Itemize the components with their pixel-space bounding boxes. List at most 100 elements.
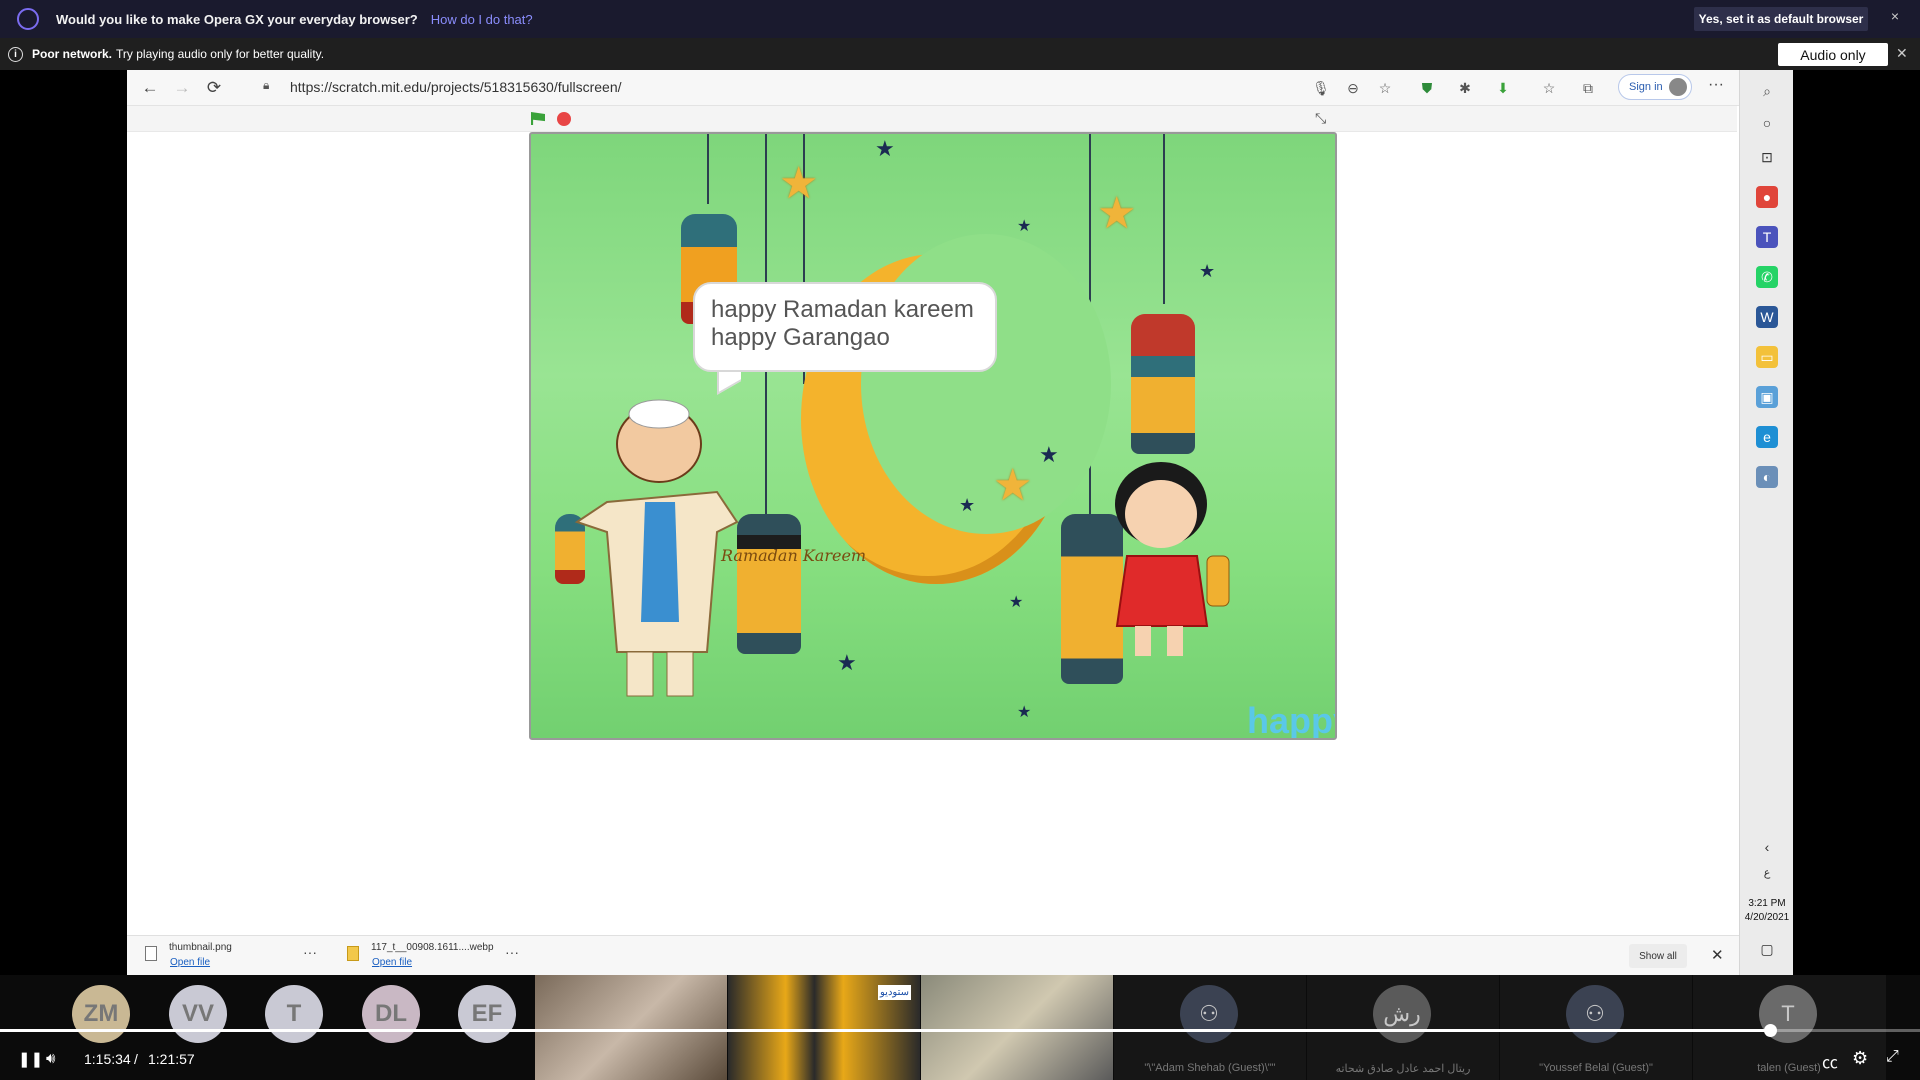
dark-star: ★	[837, 650, 857, 675]
green-flag-icon[interactable]	[531, 112, 545, 125]
extension-icon[interactable]: ✱	[1455, 78, 1475, 98]
shield-icon[interactable]: ⛊	[1417, 78, 1437, 98]
more-menu-icon[interactable]: ···	[1704, 76, 1728, 94]
notification-icon[interactable]: ▢	[1756, 938, 1778, 960]
studio-logo: ستوديو	[878, 985, 911, 1000]
how-do-i-do-that-link[interactable]: How do I do that?	[431, 12, 533, 27]
url-field[interactable]: https://scratch.mit.edu/projects/5183156…	[290, 79, 622, 95]
forward-icon[interactable]: →	[171, 77, 193, 99]
expand-icon[interactable]: ⤢	[1886, 1048, 1899, 1066]
open-file-link[interactable]: Open file	[372, 957, 412, 968]
speech-line: happy Ramadan kareem	[711, 296, 974, 323]
whatsapp-icon[interactable]: ✆	[1756, 266, 1778, 288]
lantern-string	[707, 134, 709, 204]
player-controls: ❚❚ 🔊︎ 1:15:34 / 1:21:57 ㏄ ⚙ ⤢	[0, 1042, 1920, 1080]
network-warning-title: Poor network.	[32, 47, 113, 61]
dark-star: ★	[1017, 704, 1032, 721]
downloads-close-icon[interactable]: ✕	[1711, 946, 1724, 964]
word-icon[interactable]: W	[1756, 306, 1778, 328]
stop-icon[interactable]	[557, 112, 571, 126]
participant-avatar[interactable]: DL	[362, 985, 420, 1043]
chrome-icon[interactable]: ●	[1756, 186, 1778, 208]
download-file-name: 117_t__00908.1611....webp	[371, 942, 494, 953]
app-icon[interactable]: ◐	[1756, 466, 1778, 488]
scratch-stage[interactable]: ★ ★ ★ ★ ★ ★ ★ ★ ★ ★ ★ Ramadan Kareem hap…	[529, 132, 1337, 740]
speech-bubble: happy Ramadan kareem happy Garangao	[693, 282, 997, 372]
edge-sidebar: ⌕ ○ ⊡ ● T ✆ W ▭ ▣ e ◐ ‹ ع 3:21 PM 4/20/2…	[1739, 70, 1793, 975]
taskbar-time: 3:21 PM	[1748, 898, 1786, 909]
scratch-player-controls: ⤡	[127, 106, 1737, 132]
network-banner-close-icon[interactable]: ✕	[1896, 45, 1908, 62]
app-icon[interactable]: ▣	[1756, 386, 1778, 408]
happy-watermark-text: happy	[1247, 700, 1335, 740]
dark-star: ★	[1039, 442, 1059, 467]
progress-knob[interactable]	[1764, 1024, 1777, 1037]
file-explorer-icon[interactable]: ▭	[1756, 346, 1778, 368]
profile-avatar-icon	[1669, 78, 1687, 96]
circle-icon[interactable]: ○	[1756, 112, 1778, 134]
participant-avatar[interactable]: VV	[169, 985, 227, 1043]
tabs-icon[interactable]: ⧉	[1578, 78, 1598, 98]
file-icon	[347, 946, 359, 961]
lock-icon[interactable]: 🔒︎	[263, 78, 269, 93]
volume-icon[interactable]: 🔊︎	[46, 1050, 55, 1067]
mic-icon[interactable]: 🎙︎	[1311, 78, 1331, 98]
girl-sprite	[1115, 462, 1230, 656]
media-icon[interactable]: ⊡	[1756, 146, 1778, 168]
dark-star: ★	[1199, 261, 1216, 281]
gold-star: ★	[1097, 189, 1137, 238]
refresh-icon[interactable]: ⟳	[203, 77, 225, 99]
chevron-left-icon[interactable]: ‹	[1756, 836, 1778, 858]
sign-in-button[interactable]: Sign in	[1618, 74, 1692, 100]
speech-line: happy Garangao	[711, 324, 890, 351]
set-default-browser-button[interactable]: Yes, set it as default browser	[1694, 7, 1868, 31]
pause-icon[interactable]: ❚❚	[18, 1050, 43, 1068]
lantern-string	[1163, 134, 1165, 304]
gold-star: ★	[993, 461, 1033, 510]
open-file-link[interactable]: Open file	[170, 957, 210, 968]
download-options-icon[interactable]: ···	[505, 944, 519, 960]
moon-cutout	[861, 234, 1111, 534]
opera-default-browser-banner: Would you like to make Opera GX your eve…	[0, 0, 1920, 38]
person-icon: ⚇	[1566, 985, 1624, 1043]
opera-banner-close-icon[interactable]: ×	[1888, 9, 1902, 23]
ramadan-kareem-text: Ramadan Kareem	[721, 546, 867, 565]
download-file-name: thumbnail.png	[169, 942, 232, 953]
total-time: 1:21:57	[148, 1051, 195, 1067]
captions-icon[interactable]: ㏄	[1822, 1049, 1838, 1073]
search-icon[interactable]: ⌕	[1756, 80, 1778, 102]
language-indicator[interactable]: ع	[1756, 862, 1778, 884]
participant-avatar[interactable]: ZM	[72, 985, 130, 1043]
dark-star: ★	[1009, 594, 1024, 611]
address-bar: ← → ⟳ 🔒︎ https://scratch.mit.edu/project…	[127, 70, 1793, 106]
poor-network-banner: i Poor network. Try playing audio only f…	[0, 38, 1920, 70]
taskbar-date: 4/20/2021	[1744, 912, 1790, 923]
boy-sprite	[574, 399, 739, 697]
sign-in-label: Sign in	[1629, 81, 1663, 93]
gold-star: ★	[779, 159, 819, 208]
dark-star: ★	[1017, 218, 1032, 235]
download-icon[interactable]: ⬇	[1493, 78, 1513, 98]
network-warning-message: Try playing audio only for better qualit…	[116, 47, 325, 61]
audio-only-button[interactable]: Audio only	[1778, 43, 1888, 66]
current-time: 1:15:34	[84, 1051, 131, 1067]
time-separator: /	[134, 1051, 138, 1067]
collections-icon[interactable]: ☆	[1539, 78, 1559, 98]
download-options-icon[interactable]: ···	[303, 944, 317, 960]
settings-icon[interactable]: ⚙	[1852, 1048, 1868, 1069]
teams-icon[interactable]: T	[1756, 226, 1778, 248]
participant-avatar[interactable]: T	[265, 985, 323, 1043]
show-all-downloads-button[interactable]: Show all	[1629, 944, 1687, 968]
info-icon: i	[8, 46, 23, 62]
shared-browser-window: ← → ⟳ 🔒︎ https://scratch.mit.edu/project…	[127, 70, 1793, 975]
guest-initials: رش	[1373, 985, 1431, 1043]
progress-fill	[0, 1029, 1770, 1032]
participant-avatar[interactable]: EF	[458, 985, 516, 1043]
favorite-icon[interactable]: ☆	[1375, 78, 1395, 98]
back-icon[interactable]: ←	[139, 77, 161, 99]
person-icon: ⚇	[1180, 985, 1238, 1043]
zoom-icon[interactable]: ⊖	[1343, 78, 1363, 98]
fullscreen-exit-icon[interactable]: ⤡	[1315, 110, 1326, 127]
opera-logo-icon	[17, 8, 39, 30]
edge-icon[interactable]: e	[1756, 426, 1778, 448]
